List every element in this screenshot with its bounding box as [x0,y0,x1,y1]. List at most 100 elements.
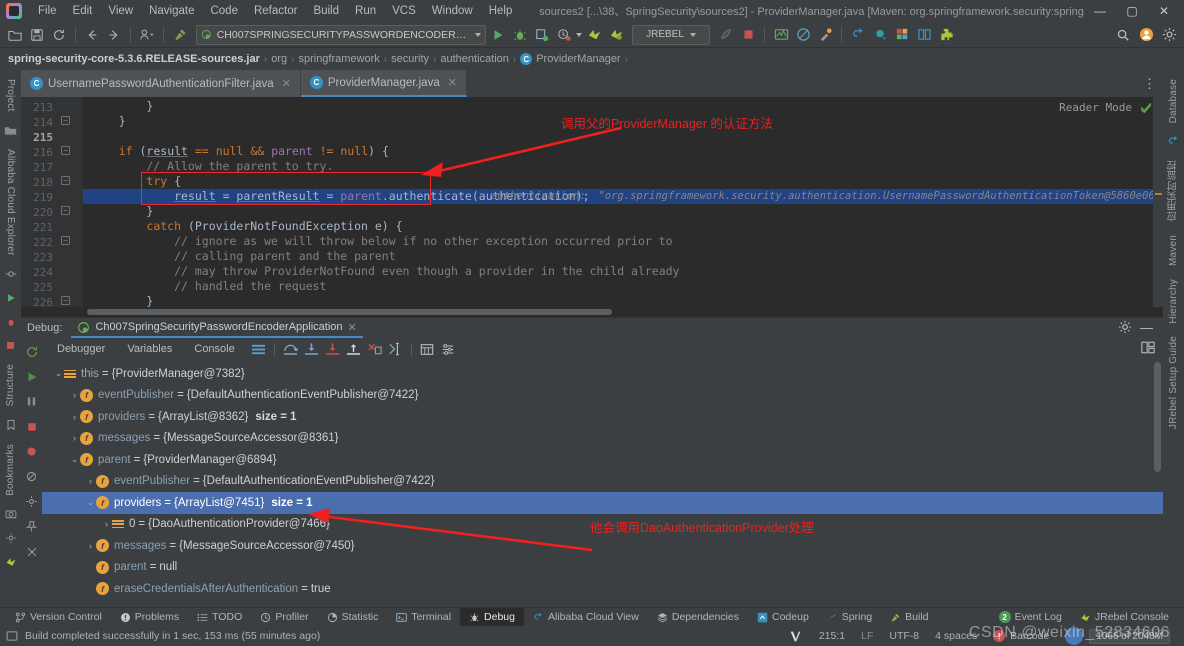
tool-codeup[interactable]: Codeup [748,608,818,627]
fold-marker-218[interactable]: − [61,176,70,185]
tool-event-log[interactable]: 2 Event Log [990,608,1071,627]
pin-icon[interactable] [23,518,40,535]
stop-icon[interactable] [738,25,758,45]
variable-row-parent-providers[interactable]: ⌄ f providers = {ArrayList@7451} size = … [42,492,1163,514]
menu-view[interactable]: View [100,2,141,20]
attach-debugger-icon[interactable] [815,25,835,45]
step-into-icon[interactable] [303,341,320,358]
tab-overflow-menu[interactable]: ⋮ [1136,70,1163,97]
expand-chevron-icon-8[interactable]: › [101,519,112,529]
fold-marker-216[interactable]: − [61,146,70,155]
debug-subtab-debugger[interactable]: Debugger [46,343,116,355]
settings-icon[interactable] [892,25,912,45]
breadcrumb-item-jar[interactable]: spring-security-core-5.3.6.RELEASE-sourc… [8,53,260,65]
plugin-icon[interactable] [936,25,956,45]
editor-tab-providermanager[interactable]: C ProviderManager.java ✕ [300,70,467,97]
jrebel-chevron-icon[interactable] [689,32,696,37]
breadcrumb-item-springframework[interactable]: springframework [298,53,379,65]
cloud-dot-icon[interactable] [870,25,890,45]
tool-terminal[interactable]: Terminal [387,608,460,627]
back-icon[interactable] [82,25,102,45]
fold-marker-222[interactable]: − [61,236,70,245]
bookmark-icon[interactable] [2,417,19,434]
debug-icon[interactable] [510,25,530,45]
memory-indicator[interactable]: 1066 of 2048M [1057,627,1178,645]
rail-label-structure[interactable]: Structure [5,359,16,411]
tool-todo[interactable]: TODO [188,608,251,627]
tool-statistic[interactable]: Statistic [318,608,388,627]
breadcrumb-item-security[interactable]: security [391,53,429,65]
evaluate-expression-icon[interactable] [419,341,436,358]
minimize-panel-icon[interactable]: — [1140,321,1153,334]
expand-chevron-icon-9[interactable]: › [85,541,96,551]
expand-chevron-icon-6[interactable]: › [85,476,96,486]
variable-row-providers[interactable]: › f providers = {ArrayList@8362} size = … [42,406,1163,428]
step-over-icon[interactable] [282,341,299,358]
chevron-down-icon[interactable] [475,32,481,37]
fold-marker-214[interactable]: − [61,116,70,125]
user-avatar-icon[interactable] [1136,25,1156,45]
no-entry-icon[interactable] [793,25,813,45]
rail-label-bookmarks[interactable]: Bookmarks [5,439,16,501]
sync-cloud-icon[interactable] [848,25,868,45]
editor-horizontal-scrollbar[interactable] [87,309,612,315]
gear-icon-debug[interactable] [1118,320,1132,337]
gear-icon-rail[interactable] [2,529,19,546]
breadcrumb-item-providermanager[interactable]: ProviderManager [536,53,620,65]
profile-dropdown-icon[interactable] [137,25,157,45]
variable-row-this[interactable]: ⌄ this = {ProviderManager@7382} [42,363,1163,385]
tool-profiler[interactable]: Profiler [251,608,317,627]
folder-icon[interactable] [2,122,19,139]
close-session-icon[interactable]: ✕ [348,321,357,334]
forward-icon[interactable] [104,25,124,45]
run-options-chevron-icon[interactable] [576,32,582,37]
expand-chevron-icon-5[interactable]: ⌄ [69,454,80,465]
open-folder-icon[interactable] [5,25,25,45]
expand-chevron-icon-7[interactable]: ⌄ [85,497,96,508]
breadcrumb-item-org[interactable]: org [271,53,287,65]
close-debug-icon[interactable] [23,543,40,560]
frames-icon[interactable] [250,341,267,358]
jrebel-monitor-icon[interactable] [716,25,736,45]
caret-position[interactable]: 215:1 [811,630,853,642]
stop-session-icon[interactable] [23,418,40,435]
settings-debug-icon[interactable] [23,493,40,510]
menu-code[interactable]: Code [202,2,246,20]
run-to-cursor-icon[interactable] [387,341,404,358]
menu-navigate[interactable]: Navigate [141,2,202,20]
breadcrumb-item-authentication[interactable]: authentication [440,53,509,65]
rail-label-project[interactable]: Project [5,74,16,117]
editor-horizontal-scroll-area[interactable] [21,307,1163,317]
sync-icon[interactable] [49,25,69,45]
menu-help[interactable]: Help [481,2,521,20]
fold-marker-226[interactable]: − [61,296,70,305]
variable-row-parent[interactable]: ⌄ f parent = {ProviderManager@6894} [42,449,1163,471]
tool-build[interactable]: Build [881,608,937,627]
tool-spring[interactable]: Spring [818,608,881,627]
maximize-button[interactable]: ▢ [1116,0,1148,22]
run-with-coverage-icon[interactable] [532,25,552,45]
pause-icon[interactable] [23,393,40,410]
rerun-icon[interactable] [23,343,40,360]
rail-label-hierarchy[interactable]: Hierarchy [1168,274,1179,329]
variable-row-parent-eventpublisher[interactable]: › f eventPublisher = {DefaultAuthenticat… [42,471,1163,493]
jrebel-debug-icon[interactable] [606,25,626,45]
jrebel-selector[interactable]: JREBEL [632,24,710,45]
close-tab-icon-2[interactable]: ✕ [448,76,457,89]
rail-label-maven[interactable]: Maven [1168,230,1179,271]
close-button[interactable]: ✕ [1148,0,1180,22]
tool-problems[interactable]: Problems [111,608,188,627]
debug-icon-rail[interactable] [2,313,19,330]
editor-tab-usernamepasswordauthenticationfilter[interactable]: C UsernamePasswordAuthenticationFilter.j… [21,70,301,97]
variable-row-messages[interactable]: › f messages = {MessageSourceAccessor@83… [42,428,1163,450]
line-separator[interactable]: LF [853,630,881,642]
editor-gutter[interactable]: 213 214 215 216 217 218 219 220 221 222 … [21,97,83,307]
commit-icon[interactable] [2,265,19,282]
error-stripe[interactable] [1153,97,1163,307]
rail-label-cloud-explorer[interactable]: Alibaba Cloud Explorer [5,144,16,261]
jrebel-run-icon[interactable] [584,25,604,45]
menu-vcs[interactable]: VCS [384,2,424,20]
fold-marker-220[interactable]: − [61,206,70,215]
expand-chevron-icon[interactable]: ⌄ [53,368,64,379]
debug-subtab-console[interactable]: Console [183,343,245,355]
